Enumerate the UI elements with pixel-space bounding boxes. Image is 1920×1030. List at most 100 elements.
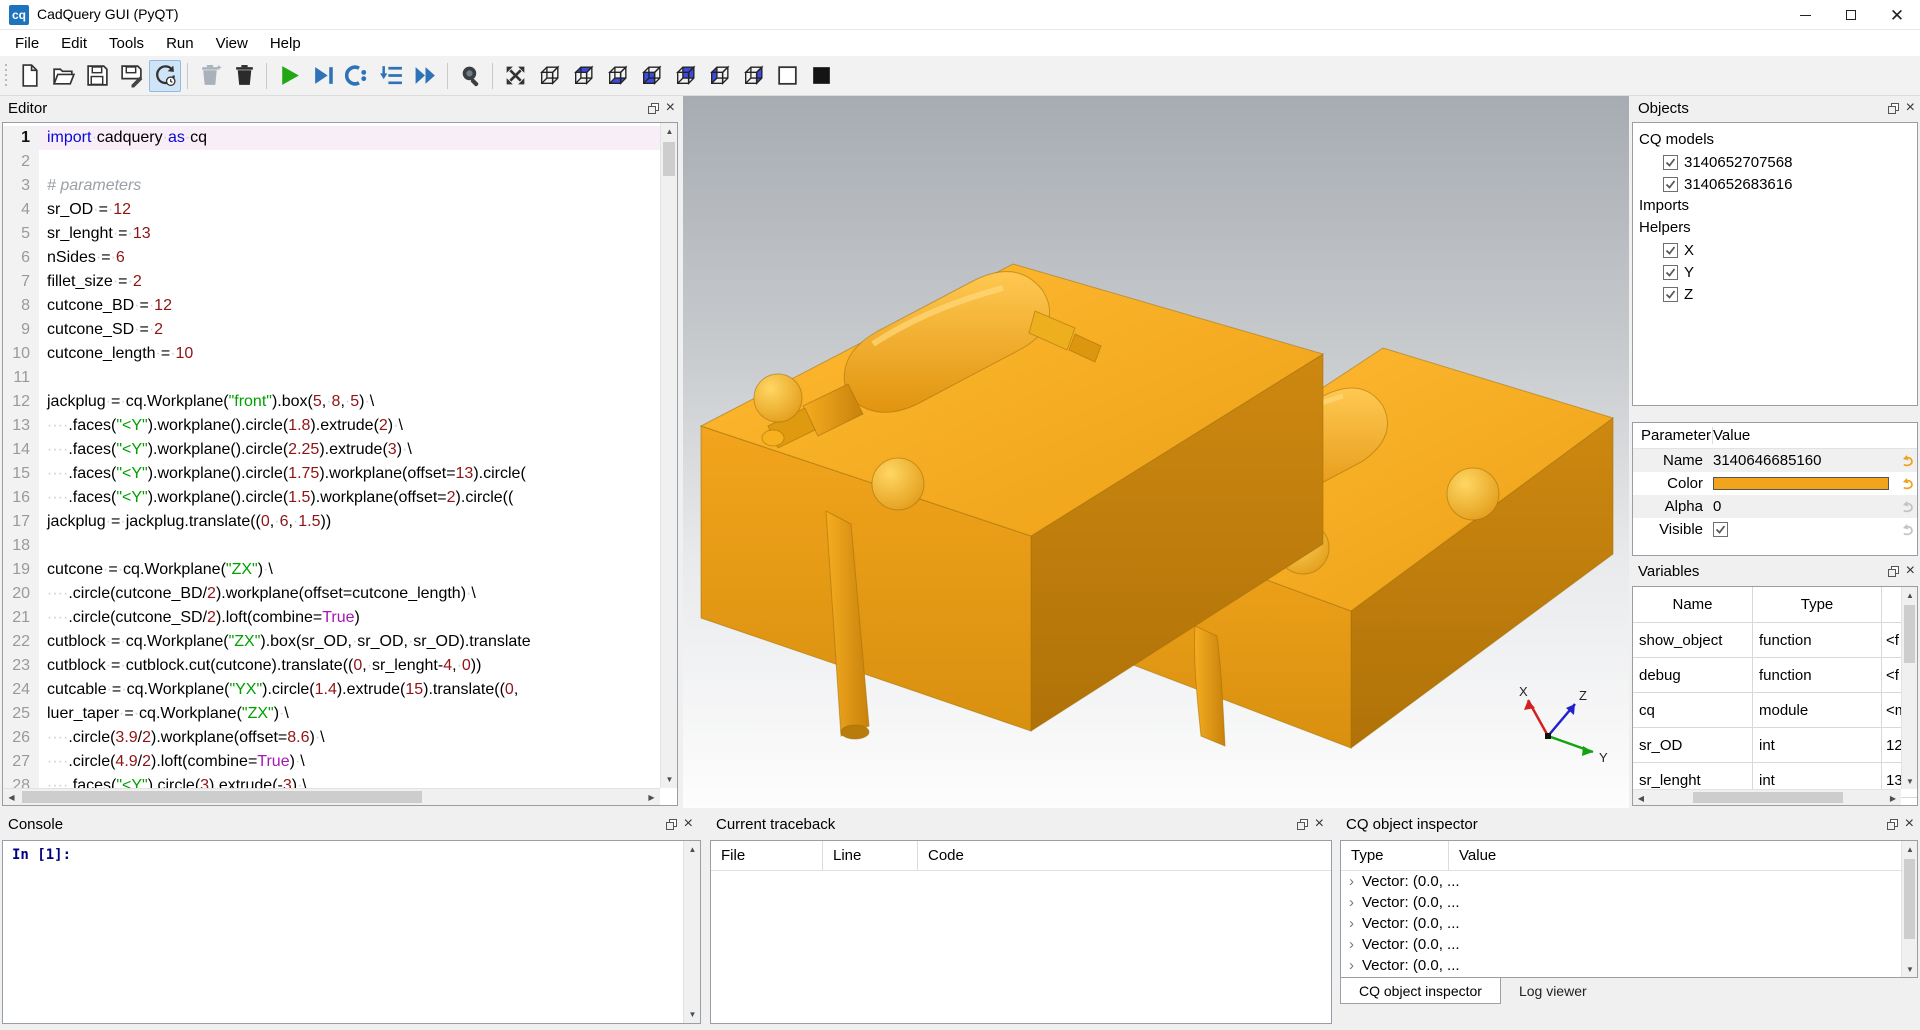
step-button[interactable] [341,60,373,92]
chevron-right-icon[interactable]: › [1349,915,1354,932]
object-item[interactable]: Z [1633,283,1917,305]
scroll-right-icon[interactable]: ▶ [643,789,660,806]
code-line[interactable]: 26····.circle(3.9/2).workplane(offset=8.… [3,726,660,750]
scroll-right-icon[interactable]: ▶ [1885,790,1901,806]
minimize-button[interactable] [1782,0,1828,30]
objects-close-icon[interactable]: × [1906,100,1915,116]
open-button[interactable] [47,60,79,92]
tab-cq-object-inspector[interactable]: CQ object inspector [1340,978,1501,1004]
checkbox-checked-icon[interactable] [1663,243,1678,258]
toolbar-grip[interactable] [3,64,9,88]
code-area[interactable]: 1import·cadquery·as·cq23# parameters4sr_… [3,123,660,788]
menu-help[interactable]: Help [259,31,312,56]
inspector-row[interactable]: ›Vector: (0.0, ... [1341,913,1917,934]
scroll-down-icon[interactable]: ▼ [1902,961,1918,977]
objects-float-icon[interactable] [1888,103,1899,114]
checkbox-checked-icon[interactable] [1663,177,1678,192]
code-line[interactable]: 21····.circle(cutcone_SD/2).loft(combine… [3,606,660,630]
undo-button[interactable] [1897,476,1917,491]
variables-close-icon[interactable]: × [1906,563,1915,579]
editor-panel[interactable]: 1import·cadquery·as·cq23# parameters4sr_… [2,122,678,806]
inspector-close-icon[interactable]: × [1905,816,1914,832]
3d-viewport[interactable]: X Z Y [683,96,1629,808]
editor-hscroll-thumb[interactable] [22,791,422,803]
scroll-up-icon[interactable]: ▲ [661,123,678,140]
continue-button[interactable] [409,60,441,92]
property-value[interactable] [1713,477,1897,490]
variable-row[interactable]: cqmodule<m [1633,693,1917,728]
objects-group-imports[interactable]: Imports [1633,195,1917,217]
inspector-row[interactable]: ›Vector: (0.0, ... [1341,955,1917,976]
variables-hscroll-thumb[interactable] [1693,792,1843,803]
render-button[interactable] [273,60,305,92]
scroll-left-icon[interactable]: ◀ [3,789,20,806]
variable-row[interactable]: sr_ODint12 [1633,728,1917,763]
code-line[interactable]: 20····.circle(cutcone_BD/2).workplane(of… [3,582,660,606]
code-line[interactable]: 2 [3,150,660,174]
menu-file[interactable]: File [4,31,50,56]
delete-button[interactable] [228,60,260,92]
inspector-row[interactable]: ›Vector: (0.0, ... [1341,892,1917,913]
3d-model[interactable]: X Z Y [683,96,1629,808]
view-front-button[interactable] [635,60,667,92]
property-value[interactable] [1713,522,1897,537]
inspector-row[interactable]: ›Vector: (0.0, ... [1341,871,1917,892]
clean-button[interactable] [194,60,226,92]
menu-view[interactable]: View [205,31,259,56]
menu-run[interactable]: Run [155,31,205,56]
inspector-row[interactable]: ›Vector: (0.0, ... [1341,934,1917,955]
code-line[interactable]: 25luer_taper·=·cq.Workplane("ZX")·\ [3,702,660,726]
variable-row[interactable]: debugfunction<f [1633,658,1917,693]
object-item[interactable]: Y [1633,261,1917,283]
tab-log-viewer[interactable]: Log viewer [1501,978,1605,1004]
code-line[interactable]: 12jackplug·=·cq.Workplane("front").box(5… [3,390,660,414]
view-bottom-button[interactable] [601,60,633,92]
object-item[interactable]: 3140652707568 [1633,151,1917,173]
menu-edit[interactable]: Edit [50,31,98,56]
editor-vscroll-thumb[interactable] [663,142,675,176]
code-line[interactable]: 5sr_lenght·=·13 [3,222,660,246]
close-button[interactable]: ✕ [1874,0,1920,30]
save-button[interactable] [81,60,113,92]
code-line[interactable]: 4sr_OD·=·12 [3,198,660,222]
step-next-button[interactable] [375,60,407,92]
variables-vscroll-thumb[interactable] [1904,605,1915,663]
color-swatch[interactable] [1713,477,1889,490]
chevron-right-icon[interactable]: › [1349,894,1354,911]
code-line[interactable]: 10cutcone_length·=·10 [3,342,660,366]
console-panel[interactable]: In [1]: ▲ ▼ [2,840,701,1024]
property-value[interactable]: 0 [1713,498,1897,515]
editor-hscrollbar[interactable]: ◀ ▶ [3,788,660,805]
code-line[interactable]: 14····.faces("<Y").workplane().circle(2.… [3,438,660,462]
variables-float-icon[interactable] [1888,566,1899,577]
new-script-button[interactable] [13,60,45,92]
objects-group-helpers[interactable]: Helpers [1633,217,1917,239]
code-line[interactable]: 1import·cadquery·as·cq [3,126,660,150]
checkbox-checked-icon[interactable] [1663,265,1678,280]
debug-button[interactable] [307,60,339,92]
editor-float-icon[interactable] [648,103,659,114]
code-line[interactable]: 8cutcone_BD·=·12 [3,294,660,318]
view-left-button[interactable] [703,60,735,92]
view-iso-button[interactable] [533,60,565,92]
editor-vscrollbar[interactable]: ▲ ▼ [660,123,677,788]
code-line[interactable]: 15····.faces("<Y").workplane().circle(1.… [3,462,660,486]
code-line[interactable]: 7fillet_size·=·2 [3,270,660,294]
console-float-icon[interactable] [666,819,677,830]
variables-vscrollbar[interactable]: ▲ ▼ [1901,587,1917,789]
editor-close-icon[interactable]: × [666,100,675,116]
wireframe-button[interactable] [771,60,803,92]
scroll-up-icon[interactable]: ▲ [1902,587,1918,603]
object-item[interactable]: 3140652683616 [1633,173,1917,195]
save-as-button[interactable] [115,60,147,92]
chevron-right-icon[interactable]: › [1349,957,1354,974]
object-item[interactable]: X [1633,239,1917,261]
menu-tools[interactable]: Tools [98,31,155,56]
code-line[interactable]: 24cutcable·=·cq.Workplane("YX").circle(1… [3,678,660,702]
autoreload-toggle[interactable] [149,60,181,92]
property-value[interactable]: 3140646685160 [1713,452,1897,469]
code-line[interactable]: 11 [3,366,660,390]
view-right-button[interactable] [737,60,769,92]
code-line[interactable]: 6nSides·=·6 [3,246,660,270]
traceback-float-icon[interactable] [1297,819,1308,830]
